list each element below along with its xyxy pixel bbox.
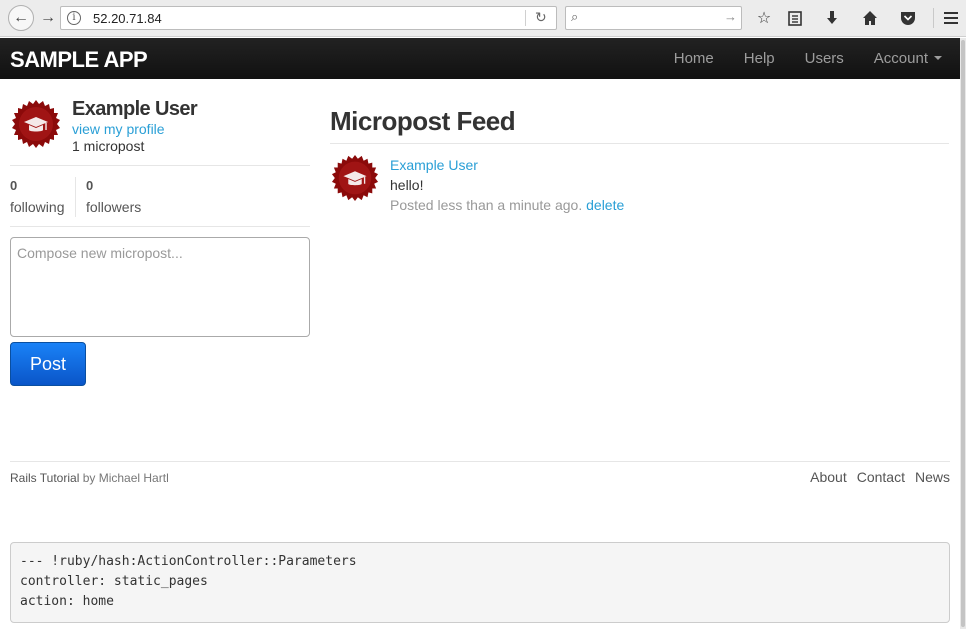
address-bar[interactable]: i 52.20.71.84 ↻: [60, 6, 557, 30]
footer-news[interactable]: News: [915, 469, 950, 485]
footer-divider: [10, 461, 950, 462]
debug-line: action: home: [20, 594, 114, 609]
graduation-cap-avatar-icon: [12, 100, 60, 148]
footer-byline: by Michael Hartl: [82, 471, 169, 485]
divider: [10, 226, 310, 227]
brand-logo[interactable]: SAMPLE APP: [10, 47, 148, 73]
toolbar-separator: [933, 8, 934, 28]
compose-micropost-input[interactable]: [10, 237, 310, 337]
view-profile-link[interactable]: view my profile: [72, 121, 165, 137]
nav-links: Home Help Users Account: [644, 38, 942, 79]
post-button[interactable]: Post: [10, 342, 86, 386]
feed-item-user-link[interactable]: Example User: [390, 157, 478, 173]
timestamp-text: Posted less than a minute ago.: [390, 197, 583, 213]
debug-line: --- !ruby/hash:ActionController::Paramet…: [20, 554, 357, 569]
followers-label[interactable]: followers: [86, 199, 141, 215]
feed-item-content: hello!: [390, 177, 424, 193]
delete-link[interactable]: delete: [586, 197, 624, 213]
download-icon[interactable]: [821, 7, 843, 29]
followers-count[interactable]: 0: [86, 178, 93, 193]
debug-line: controller: static_pages: [20, 574, 208, 589]
browser-search-input[interactable]: ⌕ →: [565, 6, 742, 30]
nav-users[interactable]: Users: [805, 50, 844, 67]
nav-home[interactable]: Home: [674, 50, 714, 67]
browser-toolbar: ← → i 52.20.71.84 ↻ ⌕ → ☆: [0, 0, 966, 37]
feed-avatar[interactable]: [331, 154, 379, 202]
micropost-count: 1 micropost: [72, 138, 145, 154]
footer-about[interactable]: About: [810, 469, 847, 485]
caret-down-icon: [934, 55, 942, 60]
house-icon: [863, 11, 877, 25]
footer-links: About Contact News: [800, 469, 950, 485]
user-name: Example User: [72, 98, 198, 120]
divider: [10, 165, 310, 166]
hamburger-menu-icon[interactable]: [940, 7, 962, 29]
stat-divider: [75, 177, 76, 217]
url-separator: [525, 10, 526, 26]
bookmark-star-icon[interactable]: ☆: [753, 7, 775, 29]
following-count[interactable]: 0: [10, 178, 17, 193]
pocket-icon[interactable]: [897, 7, 919, 29]
arrow-right-icon: →: [40, 9, 56, 26]
footer-contact[interactable]: Contact: [857, 469, 905, 485]
avatar[interactable]: [11, 99, 61, 149]
scrollbar-thumb[interactable]: [961, 40, 965, 627]
reading-list-icon[interactable]: [784, 7, 806, 29]
nav-account[interactable]: Account: [874, 50, 942, 67]
back-button[interactable]: ←: [8, 5, 34, 31]
forward-button[interactable]: →: [36, 6, 60, 30]
debug-params: --- !ruby/hash:ActionController::Paramet…: [10, 542, 950, 623]
following-label[interactable]: following: [10, 199, 64, 215]
pocket-shield-icon: [901, 12, 915, 25]
feed-title: Micropost Feed: [330, 106, 516, 136]
app-navbar: SAMPLE APP Home Help Users Account: [0, 38, 960, 79]
nav-help[interactable]: Help: [744, 50, 775, 67]
graduation-cap-avatar-icon: [331, 154, 379, 202]
home-icon[interactable]: [859, 7, 881, 29]
nav-account-label: Account: [873, 50, 928, 67]
reload-icon[interactable]: ↻: [535, 9, 547, 26]
search-go-icon[interactable]: →: [724, 9, 737, 24]
arrow-down-icon: [827, 11, 837, 24]
page-scrollbar[interactable]: [960, 38, 966, 629]
url-text: 52.20.71.84: [93, 11, 162, 26]
rails-tutorial-link[interactable]: Rails Tutorial: [10, 471, 79, 485]
arrow-left-icon: ←: [13, 9, 29, 26]
info-icon[interactable]: i: [67, 11, 81, 25]
feed-title-divider: [330, 143, 949, 144]
search-icon: ⌕: [571, 9, 579, 24]
footer-credit: Rails Tutorial by Michael Hartl: [10, 471, 169, 485]
menu-lines-icon: [944, 12, 958, 24]
feed-item-timestamp: Posted less than a minute ago. delete: [390, 197, 624, 213]
clipboard-icon: [788, 11, 802, 26]
